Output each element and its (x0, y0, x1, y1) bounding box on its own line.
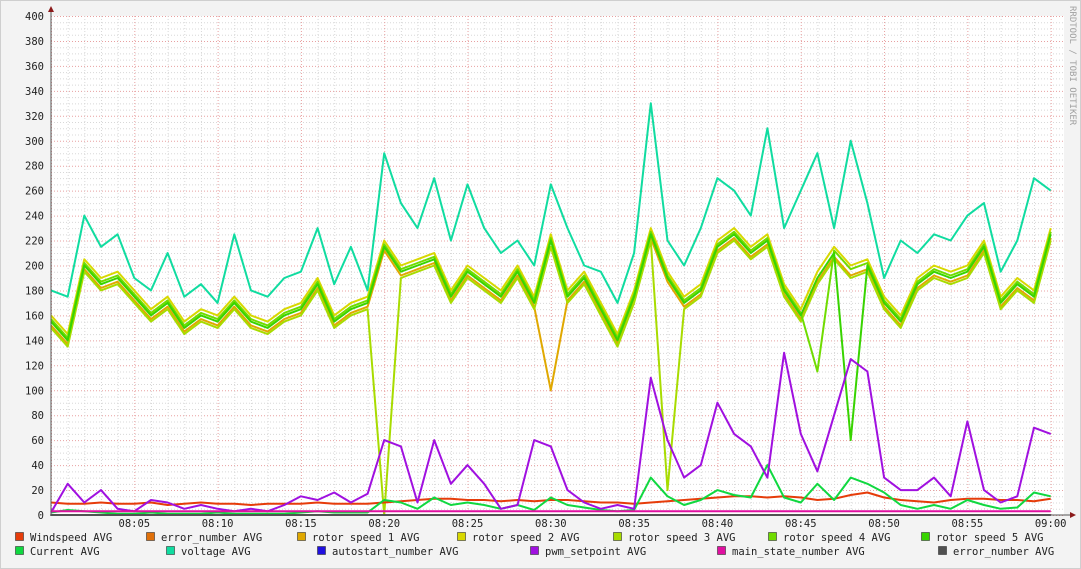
y-tick-label: 0 (38, 510, 44, 522)
legend-label: voltage AVG (181, 546, 251, 558)
y-tick-label: 320 (25, 111, 44, 123)
x-tick-label: 08:30 (535, 518, 567, 530)
legend-swatch (15, 546, 24, 555)
legend-label: error_number AVG (161, 532, 262, 544)
y-tick-label: 360 (25, 61, 44, 73)
x-tick-label: 08:55 (952, 518, 984, 530)
legend-label: Current AVG (30, 546, 100, 558)
y-tick-label: 140 (25, 335, 44, 347)
x-tick-label: 08:15 (285, 518, 317, 530)
y-tick-label: 200 (25, 261, 44, 273)
rrd-chart: 0 20 40 60 80 100 120 140 160 180 200 220 240 260 280 3… (0, 0, 1081, 569)
legend-label: error_number AVG (953, 546, 1054, 558)
y-tick-label: 40 (31, 460, 44, 472)
y-tick-label: 280 (25, 161, 44, 173)
legend-label: rotor speed 3 AVG (628, 532, 735, 544)
y-tick-label: 120 (25, 360, 44, 372)
legend-swatch (613, 532, 622, 541)
y-tick-label: 160 (25, 310, 44, 322)
y-tick-label: 20 (31, 485, 44, 497)
x-tick-label: 09:00 (1035, 518, 1067, 530)
x-tick-label: 08:45 (785, 518, 817, 530)
legend-swatch (530, 546, 539, 555)
y-tick-label: 60 (31, 435, 44, 447)
legend-swatch (457, 532, 466, 541)
y-tick-label: 260 (25, 186, 44, 198)
legend-swatch (768, 532, 777, 541)
x-tick-label: 08:50 (868, 518, 900, 530)
legend-swatch (166, 546, 175, 555)
legend-swatch (921, 532, 930, 541)
y-tick-label: 300 (25, 136, 44, 148)
legend-label: main_state_number AVG (732, 546, 865, 558)
y-tick-label: 400 (25, 11, 44, 23)
y-tick-label: 80 (31, 410, 44, 422)
legend-swatch (717, 546, 726, 555)
legend-swatch (146, 532, 155, 541)
x-tick-label: 08:35 (618, 518, 650, 530)
legend-label: rotor speed 2 AVG (472, 532, 579, 544)
legend-label: Windspeed AVG (30, 532, 112, 544)
y-tick-label: 340 (25, 86, 44, 98)
x-tick-label: 08:20 (368, 518, 400, 530)
x-tick-label: 08:25 (452, 518, 484, 530)
legend-swatch (317, 546, 326, 555)
legend-label: pwm_setpoint AVG (545, 546, 646, 558)
x-tick-label: 08:10 (202, 518, 234, 530)
y-tick-label: 100 (25, 385, 44, 397)
legend-label: autostart_number AVG (332, 546, 458, 558)
y-tick-label: 240 (25, 211, 44, 223)
legend-swatch (938, 546, 947, 555)
y-tick-label: 380 (25, 36, 44, 48)
legend-swatch (297, 532, 306, 541)
y-tick-label: 180 (25, 285, 44, 297)
x-tick-label: 08:05 (119, 518, 151, 530)
watermark: RRDTOOL / TOBI OETIKER (1067, 6, 1077, 126)
y-tick-label: 220 (25, 236, 44, 248)
x-tick-label: 08:40 (702, 518, 734, 530)
legend-label: rotor speed 4 AVG (783, 532, 890, 544)
legend-label: rotor speed 1 AVG (312, 532, 419, 544)
legend-swatch (15, 532, 24, 541)
legend-label: rotor speed 5 AVG (936, 532, 1043, 544)
